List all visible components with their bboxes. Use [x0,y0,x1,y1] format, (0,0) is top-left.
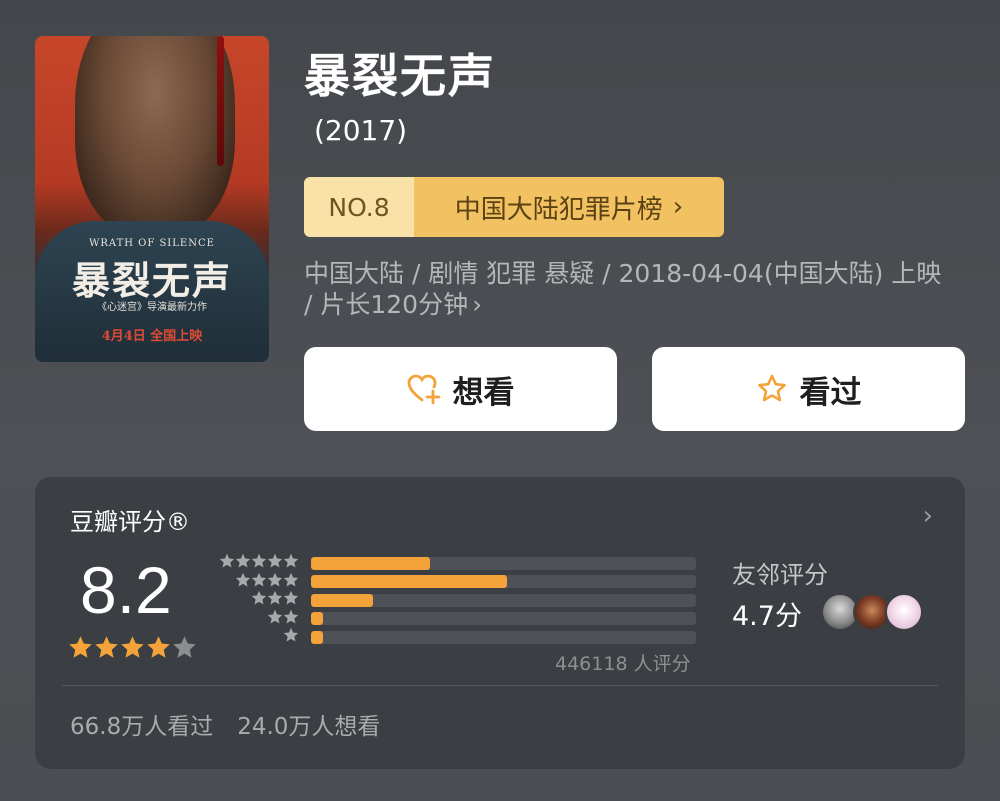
star-icon [251,572,267,592]
star-icon [235,572,251,592]
star-icon [146,635,171,664]
rating-bar-track [311,612,696,626]
star-icon [235,553,251,573]
star-icon [283,609,299,629]
rating-title: 豆瓣评分® [70,508,190,536]
rating-bar-fill [311,575,508,589]
want-count: 24.0万人想看 [237,714,381,740]
star-icon [267,609,283,629]
row-star-icons [215,590,305,610]
row-star-icons [215,627,305,647]
poster-tagline: 《心迷宫》导演最新力作 [97,302,207,313]
star-icon [120,635,145,664]
rating-distribution-row [215,553,696,573]
rating-bar-fill [311,612,323,626]
rating-bar-track [311,593,696,607]
rating-bar-fill [311,556,431,570]
movie-poster[interactable]: WRATH OF SILENCE 暴裂无声 《心迷宫》导演最新力作 4月4日 全… [35,36,269,362]
poster-face-art [75,36,235,236]
rating-stars [68,635,197,664]
poster-blood-art [217,36,224,166]
movie-meta[interactable]: 中国大陆 / 剧情 犯罪 悬疑 / 2018-04-04(中国大陆) 上映 / … [304,258,954,320]
watched-label: 看过 [799,374,862,411]
row-star-icons [215,609,305,629]
chevron-right-icon[interactable]: › [923,501,933,531]
star-icon [68,635,93,664]
rating-bar-fill [311,593,373,607]
friends-avatars[interactable] [821,593,923,631]
rank-list-label: 中国大陆犯罪片榜 [454,194,663,225]
friends-rating-score: 4.7分 [732,601,802,632]
rating-distribution-row [215,627,696,647]
chevron-right-icon: › [672,192,684,222]
star-icon [251,590,267,610]
row-star-icons [215,572,305,592]
watched-button[interactable]: 看过 [652,347,965,431]
poster-chinese-title: 暴裂无声 [71,258,232,303]
star-icon [283,590,299,610]
rating-score: 8.2 [80,553,172,627]
star-icon [267,553,283,573]
friends-rating-label: 友邻评分 [732,561,828,589]
star-outline-icon [756,373,788,405]
watched-count: 66.8万人看过 [70,714,214,740]
rating-distribution-row [215,590,696,610]
rank-badge[interactable]: NO.8 中国大陆犯罪片榜 › [304,177,724,237]
chevron-right-icon: › [472,290,483,319]
rating-bar-fill [311,630,323,644]
poster-english-title: WRATH OF SILENCE [89,238,215,249]
heart-plus-icon [407,373,441,405]
want-to-watch-button[interactable]: 想看 [304,347,617,431]
rating-bar-track [311,575,696,589]
star-icon [94,635,119,664]
star-icon [219,553,235,573]
rating-distribution [215,553,696,647]
star-icon [172,635,197,664]
rating-bar-track [311,556,696,570]
rank-number: NO.8 [304,177,414,237]
rating-bar-track [311,630,696,644]
divider [62,685,938,686]
movie-year: (2017) [314,114,408,147]
movie-meta-text: 中国大陆 / 剧情 犯罪 悬疑 / 2018-04-04(中国大陆) 上映 / … [304,259,942,319]
rating-distribution-row [215,572,696,592]
watch-stats: 66.8万人看过 24.0万人想看 [70,707,380,741]
avatar[interactable] [885,593,923,631]
star-icon [267,590,283,610]
rating-distribution-row [215,609,696,629]
rating-votes: 446118 人评分 [555,653,691,675]
poster-release-note: 4月4日 全国上映 [101,329,203,344]
row-star-icons [215,553,305,573]
star-icon [283,553,299,573]
star-icon [267,572,283,592]
star-icon [283,627,299,647]
movie-title: 暴裂无声 [304,49,496,103]
star-icon [251,553,267,573]
rating-card[interactable]: 豆瓣评分® › 8.2 446118 人评分 友邻评分 4.7分 66.8万人看… [35,477,965,769]
rank-list-link[interactable]: 中国大陆犯罪片榜 › [414,177,724,237]
want-to-watch-label: 想看 [452,374,515,411]
star-icon [283,572,299,592]
